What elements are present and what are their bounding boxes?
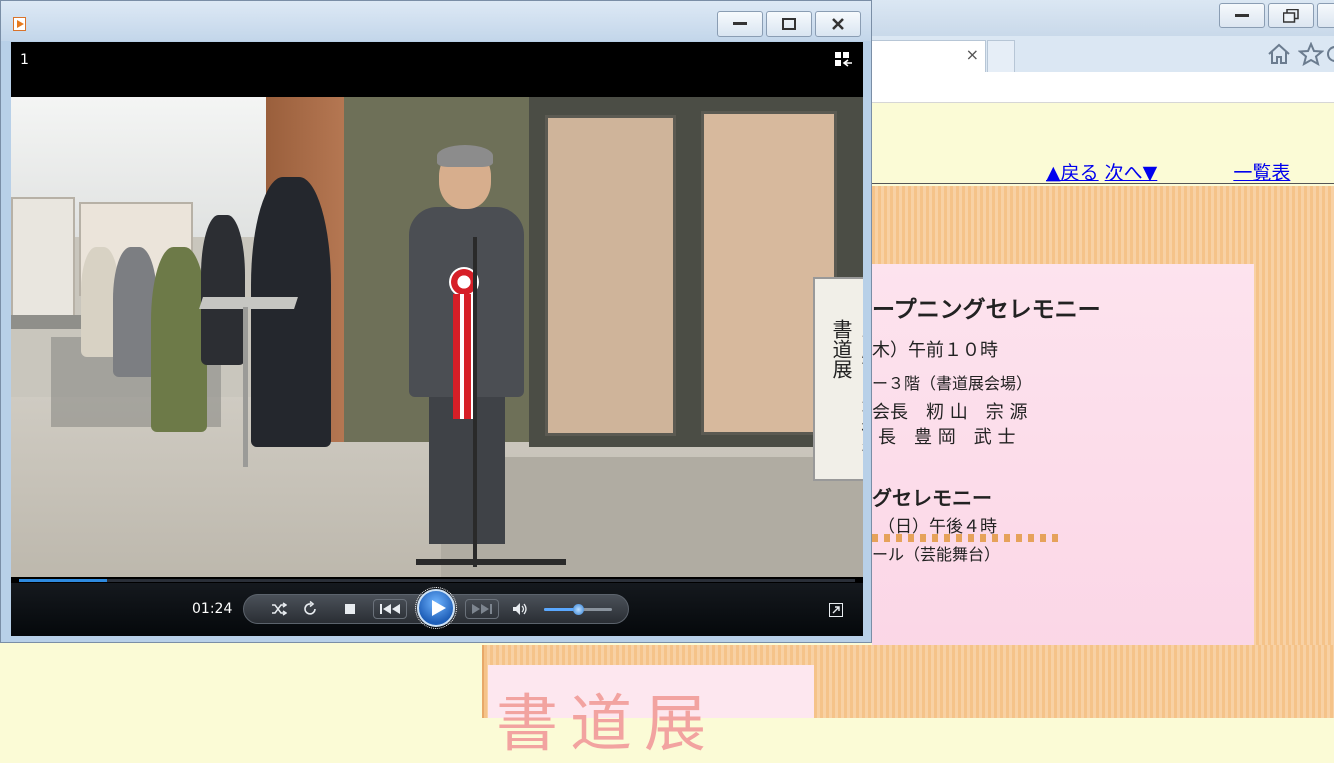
next-icon [472, 604, 492, 614]
elapsed-time: 01:24 [192, 601, 233, 617]
tab-close-icon[interactable]: × [966, 45, 979, 64]
poster-line: 木）午前１０時 [872, 340, 998, 361]
repeat-button[interactable] [300, 599, 320, 619]
media-player-icon[interactable] [13, 17, 26, 31]
previous-icon [380, 604, 400, 614]
settings-gear-icon[interactable] [1326, 42, 1334, 66]
poster-line: グセレモニー [872, 486, 992, 510]
browser-tab[interactable]: × [860, 40, 986, 72]
poster-image: ープニングセレモニー 木）午前１０時 ー３階（書道展会場） 会長 籾 山 宗 源… [872, 186, 1334, 718]
poster-card [872, 264, 1254, 666]
poster-big-title: 書道展 [496, 687, 719, 760]
stop-button[interactable] [341, 599, 359, 619]
maximize-icon [782, 18, 796, 30]
shuffle-icon [272, 602, 287, 616]
divider [870, 183, 1334, 184]
favorites-star-icon[interactable] [1298, 42, 1324, 66]
restore-icon [1283, 8, 1299, 23]
minimize-icon [1235, 13, 1249, 17]
poster-lower: 書道展 [482, 645, 1334, 760]
poster-line: ー３階（書道展会場） [872, 374, 1033, 393]
stop-icon [345, 604, 355, 614]
poster-line: ール（芸能舞台） [872, 545, 1001, 564]
poster-line: 長 豊 岡 武 士 [878, 427, 1016, 448]
home-icon[interactable] [1266, 42, 1292, 66]
volume-icon [513, 603, 527, 615]
back-link[interactable]: ▲戻る [1046, 162, 1099, 184]
poster-line: 会長 籾 山 宗 源 [872, 402, 1028, 423]
video-frame[interactable]: 三鷹市民芸術祭 書道展 [11, 97, 863, 577]
browser-restore-button[interactable] [1268, 3, 1314, 28]
player-close-button[interactable] [815, 11, 861, 37]
speaker [409, 145, 524, 554]
player-maximize-button[interactable] [766, 11, 812, 37]
page-navigation: ▲戻る 次へ▼ 一覧表 [1046, 158, 1290, 185]
mute-button[interactable] [511, 599, 529, 619]
shuffle-button[interactable] [269, 599, 289, 619]
player-titlebar[interactable] [1, 1, 871, 41]
previous-button[interactable] [373, 599, 407, 619]
next-button[interactable] [465, 599, 499, 619]
browser-minimize-button[interactable] [1219, 3, 1265, 28]
browser-close-button[interactable] [1317, 3, 1334, 28]
seek-bar[interactable] [19, 579, 855, 582]
player-screen: 1 三鷹市民芸術祭 書道展 01:24 [11, 42, 863, 636]
poster-line: ープニングセレモニー [872, 296, 1101, 323]
player-minimize-button[interactable] [717, 11, 763, 37]
volume-slider[interactable] [544, 604, 612, 615]
new-tab-button[interactable] [987, 40, 1015, 72]
list-link[interactable]: 一覧表 [1233, 162, 1290, 184]
media-player-window: 1 三鷹市民芸術祭 書道展 01:24 [0, 0, 872, 643]
next-link[interactable]: 次へ▼ [1105, 162, 1158, 184]
seek-bar-progress [19, 579, 107, 582]
volume-slider-thumb[interactable] [573, 604, 584, 615]
track-number: 1 [20, 52, 29, 68]
play-button[interactable] [415, 587, 457, 629]
repeat-icon [304, 601, 316, 615]
exhibition-sign: 三鷹市民芸術祭 書道展 [813, 277, 863, 481]
minimize-icon [733, 22, 747, 25]
close-icon [832, 18, 844, 30]
switch-to-library-icon[interactable] [835, 52, 853, 68]
poster-line: （日）午後４時 [878, 517, 997, 537]
fullscreen-icon[interactable] [829, 603, 843, 617]
